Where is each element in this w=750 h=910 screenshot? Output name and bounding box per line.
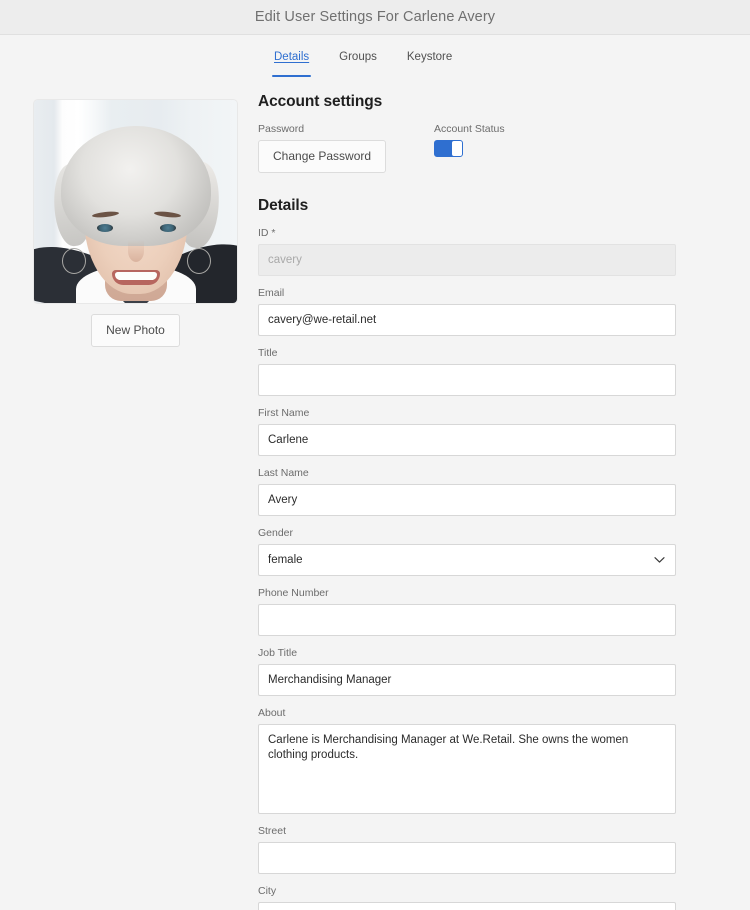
email-label: Email xyxy=(258,287,285,299)
change-password-button[interactable]: Change Password xyxy=(258,140,387,173)
field-phone-number: Phone Number xyxy=(258,587,676,636)
about-label: About xyxy=(258,707,286,719)
tab-keystore-label: Keystore xyxy=(406,51,453,63)
app-header: Edit User Settings For Carlene Avery xyxy=(0,0,750,35)
account-status-group: Account Status xyxy=(434,123,505,173)
last-name-label: Last Name xyxy=(258,467,309,479)
field-street: Street xyxy=(258,825,676,874)
job-title-input[interactable] xyxy=(258,664,676,696)
street-input[interactable] xyxy=(258,842,676,874)
field-about: About Carlene is Merchandising Manager a… xyxy=(258,707,676,814)
tab-keystore[interactable]: Keystore xyxy=(405,50,454,67)
phone-number-input[interactable] xyxy=(258,604,676,636)
settings-form: Account settings Password Change Passwor… xyxy=(258,83,750,910)
id-label: ID * xyxy=(258,227,276,239)
tab-details[interactable]: Details xyxy=(272,50,312,77)
tab-groups[interactable]: Groups xyxy=(337,50,379,67)
new-photo-row: New Photo xyxy=(34,314,237,347)
avatar-column: New Photo xyxy=(0,83,258,910)
details-heading: Details xyxy=(258,197,309,214)
city-input[interactable] xyxy=(258,902,676,910)
field-job-title: Job Title xyxy=(258,647,676,696)
photo-teeth xyxy=(114,272,157,280)
password-label: Password xyxy=(258,123,305,135)
account-settings-row: Password Change Password Account Status xyxy=(258,123,676,173)
page-title: Edit User Settings For Carlene Avery xyxy=(254,9,496,25)
phone-number-label: Phone Number xyxy=(258,587,329,599)
tab-details-label: Details xyxy=(274,51,310,63)
tab-groups-label: Groups xyxy=(339,51,377,63)
photo-mouth xyxy=(111,270,160,285)
email-input[interactable] xyxy=(258,304,676,336)
field-title: Title xyxy=(258,347,676,396)
field-gender: Gender female xyxy=(258,527,676,576)
avatar[interactable] xyxy=(34,100,237,303)
tabbar: Details Groups Keystore xyxy=(0,35,750,83)
field-first-name: First Name xyxy=(258,407,676,456)
id-input xyxy=(258,244,676,276)
field-city: City xyxy=(258,885,676,910)
title-label: Title xyxy=(258,347,278,359)
gender-select[interactable]: female xyxy=(258,544,676,576)
account-status-label: Account Status xyxy=(434,123,505,135)
account-status-toggle[interactable] xyxy=(434,140,463,157)
gender-select-wrap: female xyxy=(258,544,676,576)
photo-nose xyxy=(127,240,144,262)
content-area: New Photo Account settings Password Chan… xyxy=(0,83,750,910)
password-group: Password Change Password xyxy=(258,123,434,173)
title-input[interactable] xyxy=(258,364,676,396)
last-name-input[interactable] xyxy=(258,484,676,516)
photo-earring-left xyxy=(62,248,86,274)
street-label: Street xyxy=(258,825,287,837)
photo-hair xyxy=(60,126,211,246)
job-title-label: Job Title xyxy=(258,647,298,659)
gender-label: Gender xyxy=(258,527,294,539)
first-name-input[interactable] xyxy=(258,424,676,456)
field-id: ID * xyxy=(258,227,676,276)
first-name-label: First Name xyxy=(258,407,310,419)
avatar-photo xyxy=(34,100,237,303)
city-label: City xyxy=(258,885,277,897)
field-last-name: Last Name xyxy=(258,467,676,516)
about-textarea[interactable]: Carlene is Merchandising Manager at We.R… xyxy=(258,724,676,814)
photo-eye-left xyxy=(97,224,113,232)
toggle-knob xyxy=(452,141,462,156)
photo-eye-right xyxy=(160,224,176,232)
new-photo-button[interactable]: New Photo xyxy=(91,314,180,347)
account-settings-heading: Account settings xyxy=(258,93,383,110)
field-email: Email xyxy=(258,287,676,336)
photo-earring-right xyxy=(187,248,211,274)
